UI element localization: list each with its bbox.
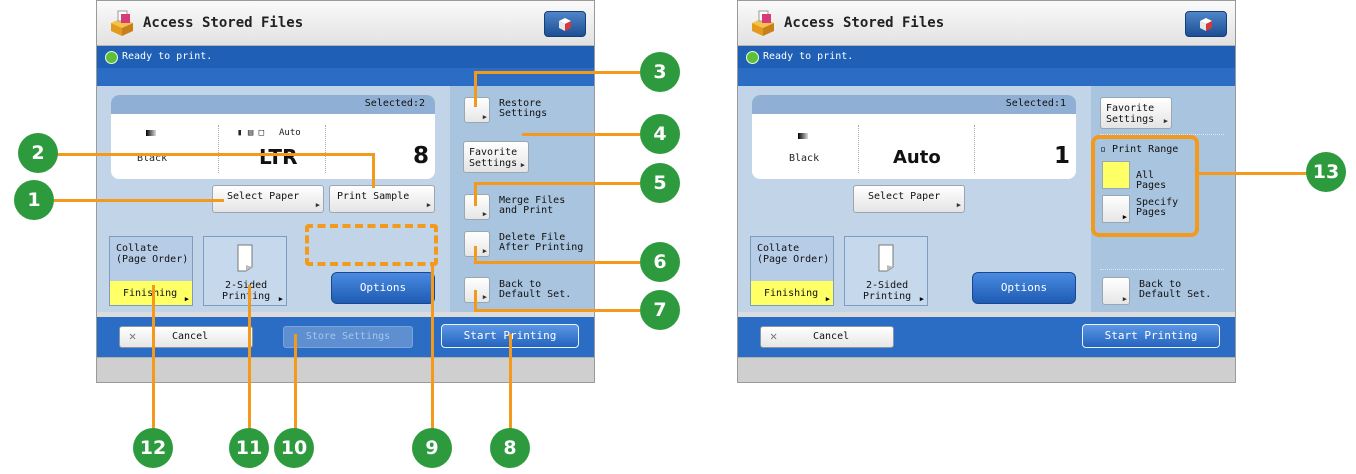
start-printing-button[interactable]: Start Printing (1082, 324, 1220, 348)
footer-bar (738, 357, 1235, 382)
copies-count: 1 (1054, 143, 1071, 169)
callout-12: 12 (133, 428, 173, 468)
device-button[interactable] (1185, 11, 1227, 37)
title-bar: Access Stored Files (738, 1, 1235, 46)
print-summary-card: Selected:2 Black ▮ ▤ □ Auto LTR 8 (111, 95, 435, 179)
two-sided-icon (237, 244, 253, 272)
select-paper-button[interactable]: Select Paper ▶ (212, 185, 324, 213)
status-bar: Ready to print. (738, 46, 1235, 68)
paper-auto: Auto (279, 128, 301, 138)
merge-files-button[interactable]: ▶ (464, 194, 490, 220)
cube-icon (1200, 18, 1212, 31)
two-sided-printing-button[interactable]: 2-Sided Printing ▶ (203, 236, 287, 306)
delete-file-label: Delete File After Printing (499, 232, 584, 253)
status-text: Ready to print. (122, 51, 213, 62)
restore-settings-button[interactable]: ▶ (464, 97, 490, 123)
finishing-button[interactable]: Finishing ▶ (110, 281, 192, 305)
back-to-default-button[interactable]: ▶ (464, 277, 490, 303)
callout-2: 2 (18, 133, 58, 173)
restore-settings-label: Restore Settings (499, 98, 548, 119)
callout-10: 10 (274, 428, 314, 468)
collate-finishing-tile[interactable]: Collate (Page Order) Finishing ▶ (109, 236, 193, 306)
close-icon: ✕ (129, 329, 137, 343)
cancel-button[interactable]: ✕ Cancel (760, 326, 894, 348)
print-sample-button[interactable]: Print Sample ▶ (329, 185, 435, 213)
close-icon: ✕ (770, 329, 778, 343)
selected-count: Selected:1 (1005, 98, 1066, 109)
callout-9: 9 (412, 428, 452, 468)
left-screen: Access Stored Files Ready to print. Sele… (96, 0, 595, 383)
callout-13-box (1091, 135, 1199, 237)
options-button[interactable]: Options (972, 272, 1076, 304)
collate-label: Collate (Page Order) (116, 243, 189, 265)
store-settings-button[interactable]: Store Settings (283, 326, 413, 348)
callout-4: 4 (640, 114, 680, 154)
callout-1: 1 (14, 180, 54, 220)
two-sided-printing-button[interactable]: 2-Sided Printing ▶ (844, 236, 928, 306)
black-gradient-icon (798, 133, 808, 139)
print-summary-card: Selected:1 Black Auto 1 (752, 95, 1076, 179)
merge-files-label: Merge Files and Print (499, 195, 566, 216)
page-title: Access Stored Files (784, 15, 945, 31)
collate-finishing-tile[interactable]: Collate (Page Order) Finishing ▶ (750, 236, 834, 306)
callout-6: 6 (640, 242, 680, 282)
footer-bar (97, 357, 594, 382)
paper-size: LTR (259, 145, 298, 169)
two-sided-icon (878, 244, 894, 272)
status-text: Ready to print. (763, 51, 854, 62)
back-to-default-label: Back to Default Set. (499, 279, 572, 300)
cube-icon (559, 18, 571, 31)
selected-count: Selected:2 (364, 98, 425, 109)
paper-icons: ▮ ▤ □ (237, 128, 265, 138)
back-to-default-button[interactable]: ▶ (1102, 277, 1130, 305)
callout-3: 3 (640, 52, 680, 92)
cancel-button[interactable]: ✕ Cancel (119, 326, 253, 348)
callout-5: 5 (640, 163, 680, 203)
paper-size: Auto (893, 147, 941, 168)
color-mode: Black (789, 153, 820, 164)
select-paper-button[interactable]: Select Paper ▶ (853, 185, 965, 213)
finishing-button[interactable]: Finishing ▶ (751, 281, 833, 305)
back-to-default-label: Back to Default Set. (1139, 279, 1212, 300)
black-gradient-icon (146, 130, 156, 136)
callout-7: 7 (640, 290, 680, 330)
ready-icon (746, 51, 759, 64)
title-bar: Access Stored Files (97, 1, 594, 46)
callout-11: 11 (229, 428, 269, 468)
copies-count: 8 (413, 143, 430, 169)
status-bar: Ready to print. (97, 46, 594, 68)
collate-label: Collate (Page Order) (757, 243, 830, 265)
delete-file-button[interactable]: ▶ (464, 231, 490, 257)
file-box-icon (752, 10, 774, 36)
favorite-settings-button[interactable]: Favorite Settings ▶ (1100, 97, 1172, 129)
page-title: Access Stored Files (143, 15, 304, 31)
ready-icon (105, 51, 118, 64)
device-button[interactable] (544, 11, 586, 37)
options-button[interactable]: Options (331, 272, 435, 304)
callout-8: 8 (490, 428, 530, 468)
favorite-settings-button[interactable]: Favorite Settings ▶ (463, 141, 529, 173)
file-box-icon (111, 10, 133, 36)
callout-13: 13 (1306, 152, 1346, 192)
callout-9-box (305, 224, 438, 266)
